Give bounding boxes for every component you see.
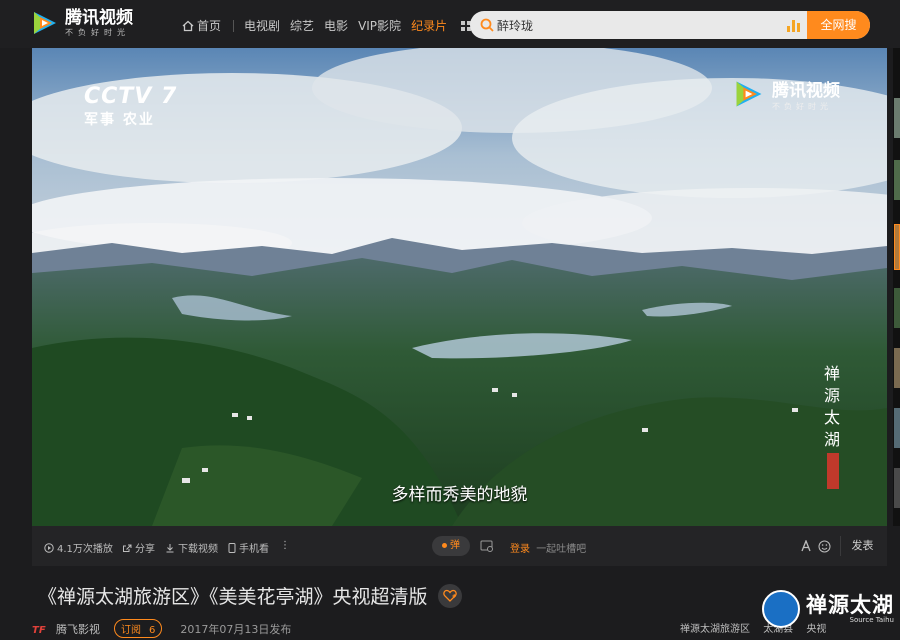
logo-name: 腾讯视频	[65, 7, 133, 28]
home-icon	[182, 20, 194, 31]
cctv-logo-subtext: 军事 农业	[84, 112, 155, 128]
font-icon[interactable]	[800, 540, 812, 552]
nav-tv-series[interactable]: 电视剧	[244, 17, 280, 34]
download-button[interactable]: 下载视频	[165, 540, 218, 555]
nav-variety[interactable]: 综艺	[290, 17, 314, 34]
send-danmu-button[interactable]: 发表	[840, 536, 884, 556]
watermark-slogan: 不负好时光	[772, 102, 832, 111]
playlist-thumbnail-strip[interactable]	[893, 48, 900, 526]
uploader-name[interactable]: 腾飞影视	[56, 621, 100, 637]
subscribe-count: 6	[149, 625, 156, 636]
cctv-channel-logo: CCTV 7 军事 农业	[84, 84, 177, 129]
danmu-toggle[interactable]: 弹	[432, 536, 470, 556]
video-title: 《禅源太湖旅游区》《美美花亭湖》央视超清版	[38, 586, 428, 608]
hot-bars-icon[interactable]	[787, 18, 801, 32]
vertical-title: 禅源太湖	[823, 364, 840, 449]
danmu-login-link[interactable]: 登录	[510, 544, 530, 555]
tencent-video-logo[interactable]: 腾讯视频 不负好时光	[30, 8, 133, 38]
publish-date: 2017年07月13日发布	[180, 622, 292, 636]
danmu-dot-icon	[442, 542, 447, 548]
danmu-toggle-label: 弹	[450, 540, 460, 551]
chanyuan-taihu-badge: 禅源太湖 Source Taihu	[762, 590, 894, 628]
main-nav: 首页 电视剧 综艺 电影 VIP影院 纪录片	[182, 17, 472, 34]
mobile-icon	[228, 542, 236, 553]
danmu-settings-icon[interactable]	[480, 540, 494, 552]
tencent-video-logo-icon	[34, 12, 56, 34]
cctv-logo-text: CCTV 7	[84, 84, 178, 109]
nav-movies[interactable]: 电影	[324, 17, 348, 34]
danmu-input[interactable]: 登录 一起吐槽吧	[480, 536, 831, 556]
watermark-logo-icon	[736, 81, 762, 107]
top-navigation-bar: 腾讯视频 不负好时光 首页 电视剧 综艺 电影 VIP影院 纪录片 全网搜	[0, 0, 900, 48]
uploader-logo[interactable]: TF	[32, 623, 48, 635]
play-count: 4.1万次播放	[44, 540, 113, 555]
badge-emblem	[762, 590, 800, 628]
search-button[interactable]: 全网搜	[807, 11, 870, 39]
share-button[interactable]: 分享	[122, 540, 155, 555]
subscribe-label: 订阅	[121, 625, 141, 636]
download-label: 下载视频	[178, 544, 218, 555]
more-button[interactable]: ⋮	[280, 540, 290, 551]
subscribe-button[interactable]: 订阅 6	[114, 619, 163, 638]
tag-link[interactable]: 禅源太湖旅游区	[680, 624, 750, 635]
share-icon	[123, 544, 132, 552]
mobile-watch-label: 手机看	[239, 544, 269, 555]
uploader-meta: TF 腾飞影视 订阅 6 2017年07月13日发布	[32, 619, 291, 638]
search-input[interactable]	[497, 11, 787, 39]
tencent-watermark: 腾讯视频 不负好时光	[732, 76, 840, 112]
player-control-bar: 4.1万次播放 分享 下载视频 手机看 ⋮ 弹 登录 一起吐槽吧 发表	[32, 526, 887, 566]
badge-subtext: Source Taihu	[849, 616, 895, 624]
download-icon	[166, 543, 174, 552]
nav-vip-cinema[interactable]: VIP影院	[358, 17, 401, 34]
play-count-icon	[44, 542, 54, 553]
favorite-button[interactable]	[437, 583, 462, 608]
nav-divider	[233, 19, 235, 32]
svg-text:TF: TF	[32, 625, 46, 635]
logo-slogan: 不负好时光	[65, 27, 130, 37]
badge-name: 禅源太湖	[806, 592, 894, 617]
favorite-icon	[442, 589, 457, 602]
danmu-placeholder: 一起吐槽吧	[536, 544, 587, 555]
nav-documentary[interactable]: 纪录片	[411, 17, 447, 34]
mobile-watch-button[interactable]: 手机看	[228, 540, 269, 555]
search-icon[interactable]	[479, 17, 495, 33]
share-label: 分享	[135, 544, 155, 555]
nav-home-label: 首页	[197, 19, 222, 33]
video-player[interactable]: CCTV 7 军事 农业 腾讯视频 不负好时光 禅源太湖 多样而秀美的地貌	[32, 48, 887, 526]
search-bar: 全网搜	[470, 11, 870, 39]
play-count-text: 4.1万次播放	[57, 544, 113, 555]
video-title-row: 《禅源太湖旅游区》《美美花亭湖》央视超清版	[38, 582, 462, 609]
watermark-name: 腾讯视频	[772, 81, 840, 101]
video-subtitle: 多样而秀美的地貌	[391, 485, 528, 505]
nav-home[interactable]: 首页	[182, 17, 221, 34]
emoji-icon[interactable]	[818, 540, 831, 553]
